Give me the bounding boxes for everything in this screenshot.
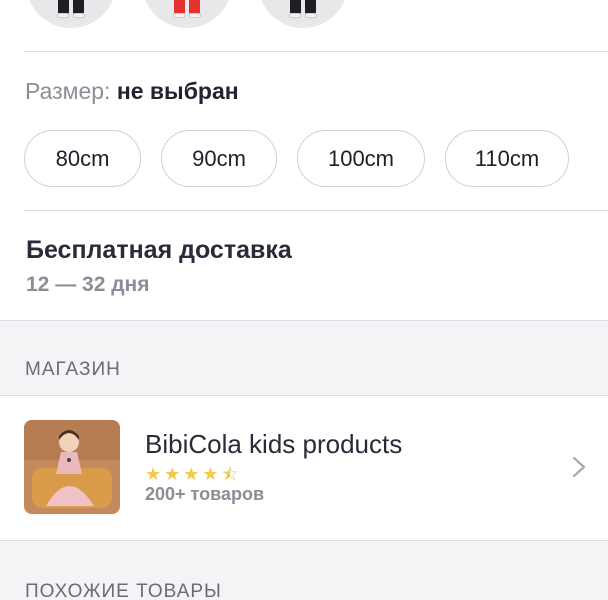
store-row[interactable]: BibiCola kids products ★★★★⯪ 200+ товаро… — [0, 396, 608, 540]
variant-thumb-black-2[interactable] — [258, 0, 348, 28]
divider — [24, 210, 608, 211]
store-avatar — [24, 420, 120, 514]
store-photo-icon — [24, 420, 120, 514]
store-name: BibiCola kids products — [145, 429, 403, 459]
size-key: Размер: — [25, 78, 111, 104]
size-option-90[interactable]: 90cm — [161, 130, 277, 187]
store-section-title: МАГАЗИН — [25, 359, 121, 380]
variant-thumb-red[interactable] — [142, 0, 232, 28]
store-product-count: 200+ товаров — [145, 484, 265, 504]
variant-thumb-black[interactable] — [26, 0, 116, 28]
similar-section-header: ПОХОЖИЕ ТОВАРЫ — [0, 540, 608, 600]
size-option-80[interactable]: 80cm — [24, 130, 141, 187]
delivery-title: Бесплатная доставка — [26, 236, 292, 264]
delivery-days: 12 — 32 дня — [26, 273, 150, 296]
size-option-110[interactable]: 110cm — [445, 130, 569, 187]
size-value: не выбран — [116, 78, 239, 104]
similar-section-title: ПОХОЖИЕ ТОВАРЫ — [25, 581, 222, 600]
store-section-header: МАГАЗИН — [0, 320, 608, 396]
chevron-right-icon — [572, 456, 586, 478]
size-option-100[interactable]: 100cm — [297, 130, 425, 187]
color-variants — [0, 0, 608, 52]
divider — [24, 51, 608, 52]
size-label: Размер: не выбран — [25, 78, 239, 105]
